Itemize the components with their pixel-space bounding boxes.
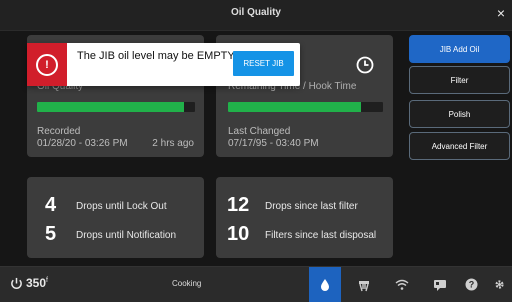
svg-text:?: ? — [468, 280, 474, 290]
power-icon[interactable] — [10, 277, 23, 290]
recorded-ago: 2 hrs ago — [152, 138, 194, 149]
drops-notification-value: 5 — [45, 223, 57, 245]
oil-quality-progress — [37, 102, 195, 112]
drops-notification-label: Drops until Notification — [76, 230, 177, 241]
oil-drop-icon[interactable] — [309, 267, 341, 302]
drops-since-filter-label: Drops since last filter — [265, 201, 358, 212]
filters-since-disposal-label: Filters since last disposal — [265, 230, 377, 241]
recorded-value: 01/28/20 - 03:26 PM — [37, 138, 128, 149]
title-bar: Oil Quality × — [0, 0, 512, 31]
filters-since-disposal-value: 10 — [227, 223, 250, 245]
help-icon[interactable]: ? — [455, 267, 487, 302]
message-icon[interactable] — [424, 267, 456, 302]
clock-icon — [356, 56, 374, 74]
changed-label: Last Changed — [228, 126, 291, 137]
temperature-unit: f — [46, 277, 48, 284]
cooking-status: Cooking — [172, 279, 202, 288]
gear-icon[interactable] — [486, 267, 512, 302]
wifi-icon[interactable] — [386, 267, 418, 302]
oil-time-progress-fill — [228, 102, 362, 112]
recorded-label: Recorded — [37, 126, 81, 137]
drops-lockout-value: 4 — [45, 194, 57, 216]
drops-since-filter-value: 12 — [227, 194, 250, 216]
window-title: Oil Quality — [230, 7, 281, 18]
polish-button[interactable]: Polish — [409, 100, 510, 128]
temperature-value: 350 — [26, 276, 47, 290]
bottom-bar: 350f Cooking ? — [0, 266, 512, 302]
jib-empty-alert: ! The JIB oil level may be EMPTY RESET J… — [27, 43, 300, 86]
fryer-icon[interactable] — [348, 267, 380, 302]
filter-button[interactable]: Filter — [409, 66, 510, 94]
alert-stripe: ! — [27, 43, 67, 86]
reset-jib-button[interactable]: RESET JIB — [233, 51, 294, 76]
filters-card: 12 Drops since last filter 10 Filters si… — [216, 177, 393, 258]
jib-add-oil-button[interactable]: JIB Add Oil — [409, 35, 510, 63]
oil-quality-progress-fill — [37, 102, 184, 112]
advanced-filter-button[interactable]: Advanced Filter — [409, 132, 510, 160]
oil-time-progress — [228, 102, 383, 112]
drops-lockout-label: Drops until Lock Out — [76, 201, 167, 212]
alert-icon: ! — [36, 53, 58, 76]
alert-message: The JIB oil level may be EMPTY — [77, 50, 235, 62]
temperature-readout: 350f — [26, 276, 48, 290]
drops-card: 4 Drops until Lock Out 5 Drops until Not… — [27, 177, 204, 258]
changed-value: 07/17/95 - 03:40 PM — [228, 138, 319, 149]
close-icon[interactable]: × — [494, 6, 508, 20]
